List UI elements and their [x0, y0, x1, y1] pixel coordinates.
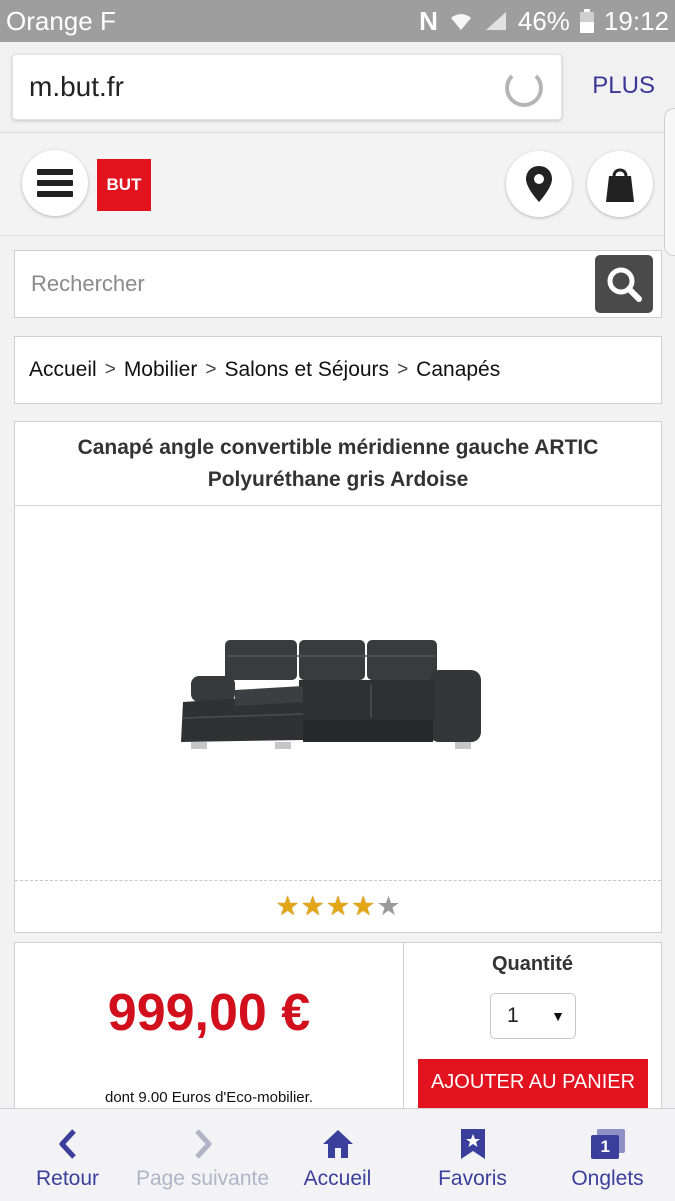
breadcrumb-item-mobilier[interactable]: Mobilier: [124, 358, 198, 382]
battery-icon: [579, 9, 594, 33]
star-empty-icon: ★: [376, 890, 401, 921]
product-price: 999,00 €: [107, 984, 311, 1042]
shopping-bag-icon: [606, 168, 634, 202]
cart-button[interactable]: [587, 151, 653, 217]
browser-menu-button[interactable]: PLUS: [592, 72, 655, 100]
nav-home-label: Accueil: [303, 1167, 372, 1190]
product-image[interactable]: [15, 506, 661, 881]
breadcrumb: Accueil > Mobilier > Salons et Séjours >…: [14, 336, 662, 404]
search-input[interactable]: [15, 251, 585, 317]
nav-back-label: Retour: [35, 1167, 100, 1190]
eco-participation-note: dont 9.00 Euros d'Eco-mobilier.: [105, 1089, 313, 1106]
star-filled-icon: ★: [351, 890, 376, 921]
status-bar: Orange F N 46% 19:12: [0, 0, 675, 42]
bookmark-star-icon: [460, 1129, 485, 1159]
store-locator-button[interactable]: [506, 151, 572, 217]
price-box: 999,00 € dont 9.00 Euros d'Eco-mobilier.: [14, 942, 404, 1117]
nav-home[interactable]: Accueil: [270, 1109, 405, 1201]
tabs-count: 1: [600, 1137, 610, 1156]
scroll-indicator[interactable]: [664, 108, 675, 256]
home-icon: [322, 1130, 353, 1158]
reload-icon[interactable]: [505, 69, 543, 107]
quantity-box: Quantité 1 ▼ AJOUTER AU PANIER: [403, 942, 662, 1129]
product-title: Canapé angle convertible méridienne gauc…: [15, 422, 661, 506]
nav-tabs[interactable]: 1 Onglets: [540, 1109, 675, 1201]
url-field[interactable]: m.but.fr: [12, 54, 562, 120]
nfc-icon: N: [419, 5, 438, 36]
breadcrumb-item-salons[interactable]: Salons et Séjours: [224, 358, 389, 382]
sofa-image: [181, 640, 481, 749]
breadcrumb-item-canapes[interactable]: Canapés: [416, 358, 500, 382]
product-rating: ★ ★ ★ ★ ★: [15, 881, 661, 931]
browser-toolbar: m.but.fr PLUS: [0, 42, 675, 133]
quantity-select[interactable]: 1 ▼: [490, 993, 576, 1039]
star-filled-icon: ★: [300, 890, 325, 921]
clock: 19:12: [603, 5, 669, 36]
star-filled-icon: ★: [325, 890, 351, 921]
carrier-name: Orange F: [6, 5, 116, 36]
hamburger-icon: [37, 164, 73, 202]
nav-favorites[interactable]: Favoris: [405, 1109, 540, 1201]
breadcrumb-separator: >: [397, 359, 409, 380]
nav-forward[interactable]: Page suivante: [135, 1109, 270, 1201]
nav-tabs-label: Onglets: [571, 1167, 644, 1190]
search-button[interactable]: [595, 255, 653, 313]
chevron-left-icon: [59, 1129, 76, 1159]
quantity-label: Quantité: [491, 953, 574, 975]
star-filled-icon: ★: [275, 890, 300, 921]
nav-favorites-label: Favoris: [438, 1167, 507, 1190]
wifi-icon: [450, 14, 471, 30]
breadcrumb-separator: >: [205, 359, 217, 380]
chevron-right-icon: [194, 1129, 211, 1159]
search-icon: [607, 267, 642, 302]
battery-level: 46%: [517, 5, 570, 36]
signal-icon: [485, 12, 506, 30]
site-header: BUT: [0, 133, 675, 236]
nav-forward-label: Page suivante: [135, 1167, 270, 1190]
but-logo[interactable]: BUT: [97, 159, 151, 211]
status-icons: N 46% 19:12: [419, 6, 669, 37]
quantity-value: 1: [507, 1004, 519, 1027]
dropdown-arrow-icon: ▼: [551, 1008, 565, 1024]
breadcrumb-item-accueil[interactable]: Accueil: [29, 358, 97, 382]
nav-back[interactable]: Retour: [0, 1109, 135, 1201]
location-pin-icon: [526, 166, 552, 202]
breadcrumb-separator: >: [104, 359, 116, 380]
product-card: Canapé angle convertible méridienne gauc…: [14, 421, 662, 933]
search-bar: [14, 250, 662, 318]
url-text: m.but.fr: [29, 71, 124, 102]
browser-bottom-nav: Retour Page suivante Accueil Favoris 1 O…: [0, 1108, 675, 1201]
menu-button[interactable]: [22, 150, 88, 216]
